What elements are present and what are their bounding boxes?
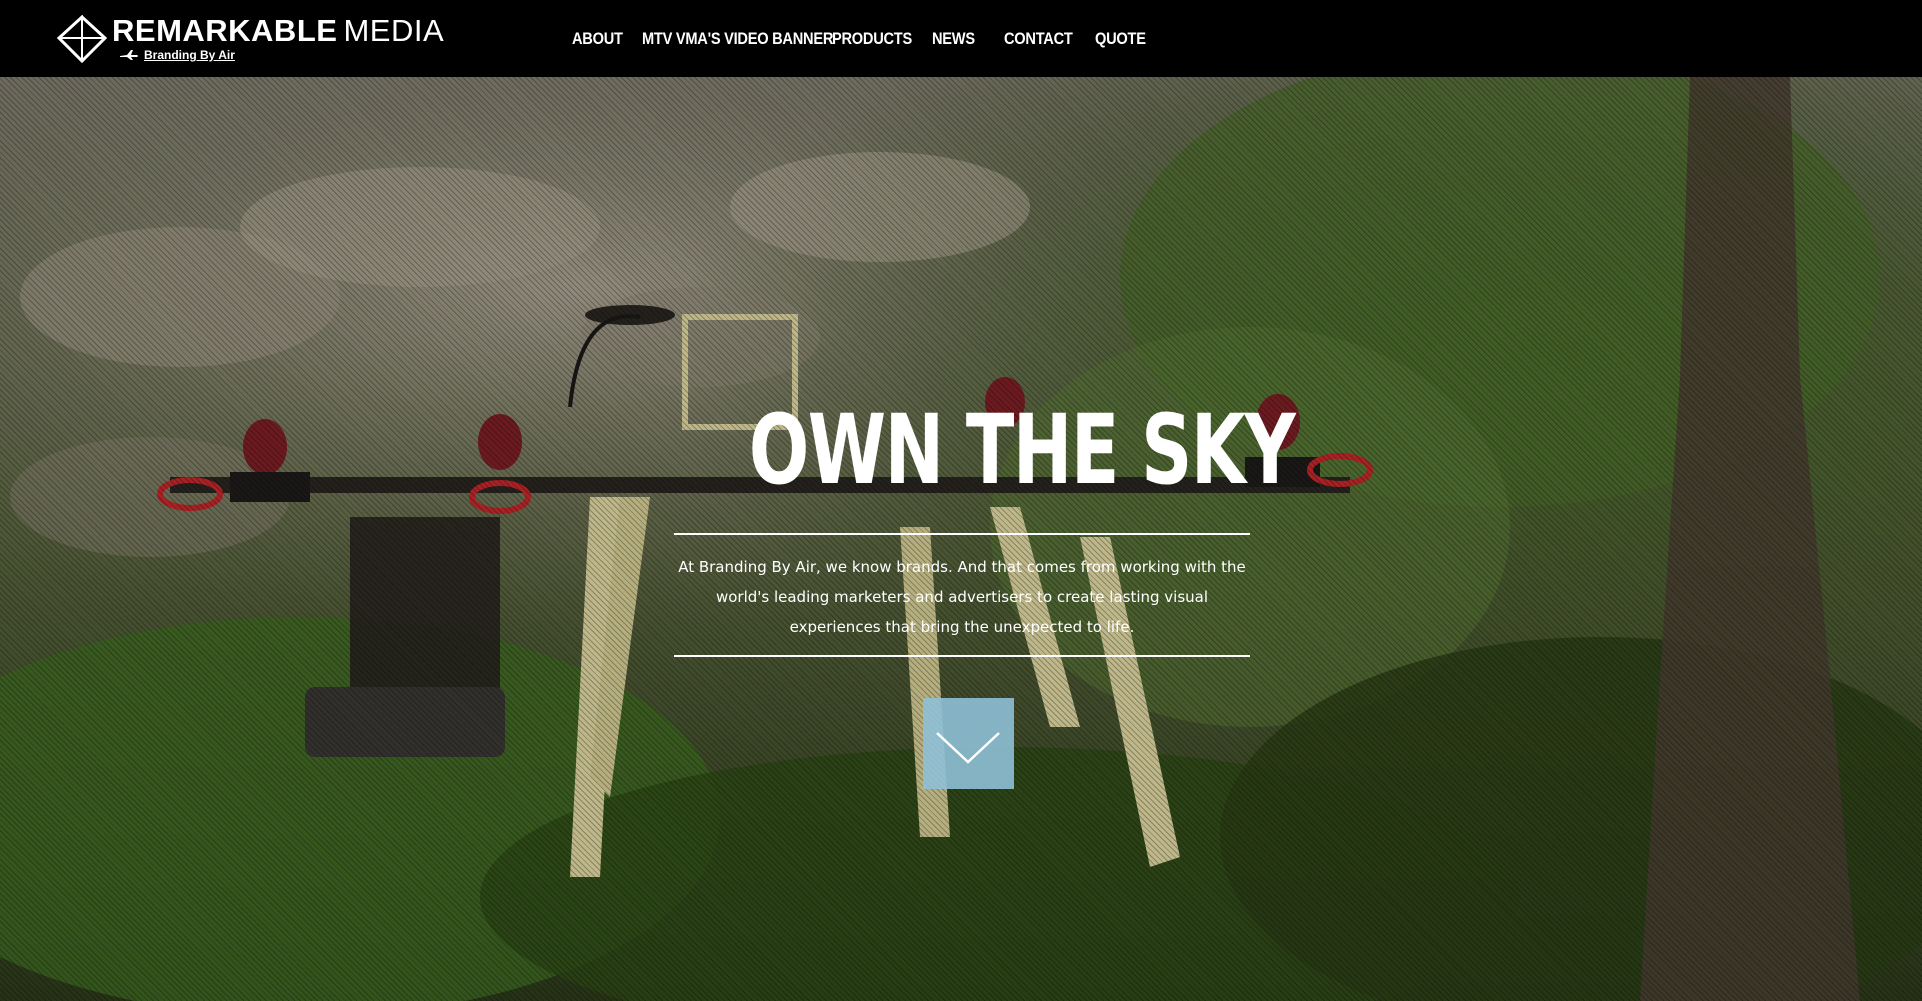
hero-description: At Branding By Air, we know brands. And … <box>678 558 1246 636</box>
nav-item-products[interactable]: PRODUCTS <box>832 29 912 49</box>
hero-headline: OWN THE SKY <box>748 394 1296 506</box>
main-nav: ABOUT MTV VMA'S VIDEO BANNER PRODUCTS NE… <box>572 0 1146 77</box>
logo-name-bold: REMARKABLE <box>112 13 338 48</box>
nav-item-news[interactable]: NEWS <box>932 29 975 49</box>
scroll-down-button[interactable] <box>923 698 1014 789</box>
logo-wordmark: REMARKABLE MEDIA <box>112 14 444 48</box>
headline-top-divider <box>674 533 1250 535</box>
nav-item-contact[interactable]: CONTACT <box>1004 29 1073 49</box>
plane-icon <box>120 49 138 60</box>
logo-tagline: Branding By Air <box>144 47 235 62</box>
site-logo[interactable]: REMARKABLE MEDIA Branding By Air <box>56 14 456 66</box>
hero-section: OWN THE SKY At Branding By Air, we know … <box>0 77 1922 1001</box>
hero-background-image <box>0 77 1922 1001</box>
nav-item-quote[interactable]: QUOTE <box>1095 29 1146 49</box>
nav-item-mtv-vma-video-banner[interactable]: MTV VMA'S VIDEO BANNER <box>642 29 833 49</box>
site-header: REMARKABLE MEDIA Branding By Air ABOUT MT… <box>0 0 1922 77</box>
logo-name-light: MEDIA <box>343 13 445 48</box>
nav-item-about[interactable]: ABOUT <box>572 29 623 49</box>
chevron-down-icon <box>936 732 1000 764</box>
diamond-icon <box>56 14 108 64</box>
page: REMARKABLE MEDIA Branding By Air ABOUT MT… <box>0 0 1922 1001</box>
headline-bottom-divider <box>674 655 1250 657</box>
logo-subtitle: Branding By Air <box>119 46 235 62</box>
